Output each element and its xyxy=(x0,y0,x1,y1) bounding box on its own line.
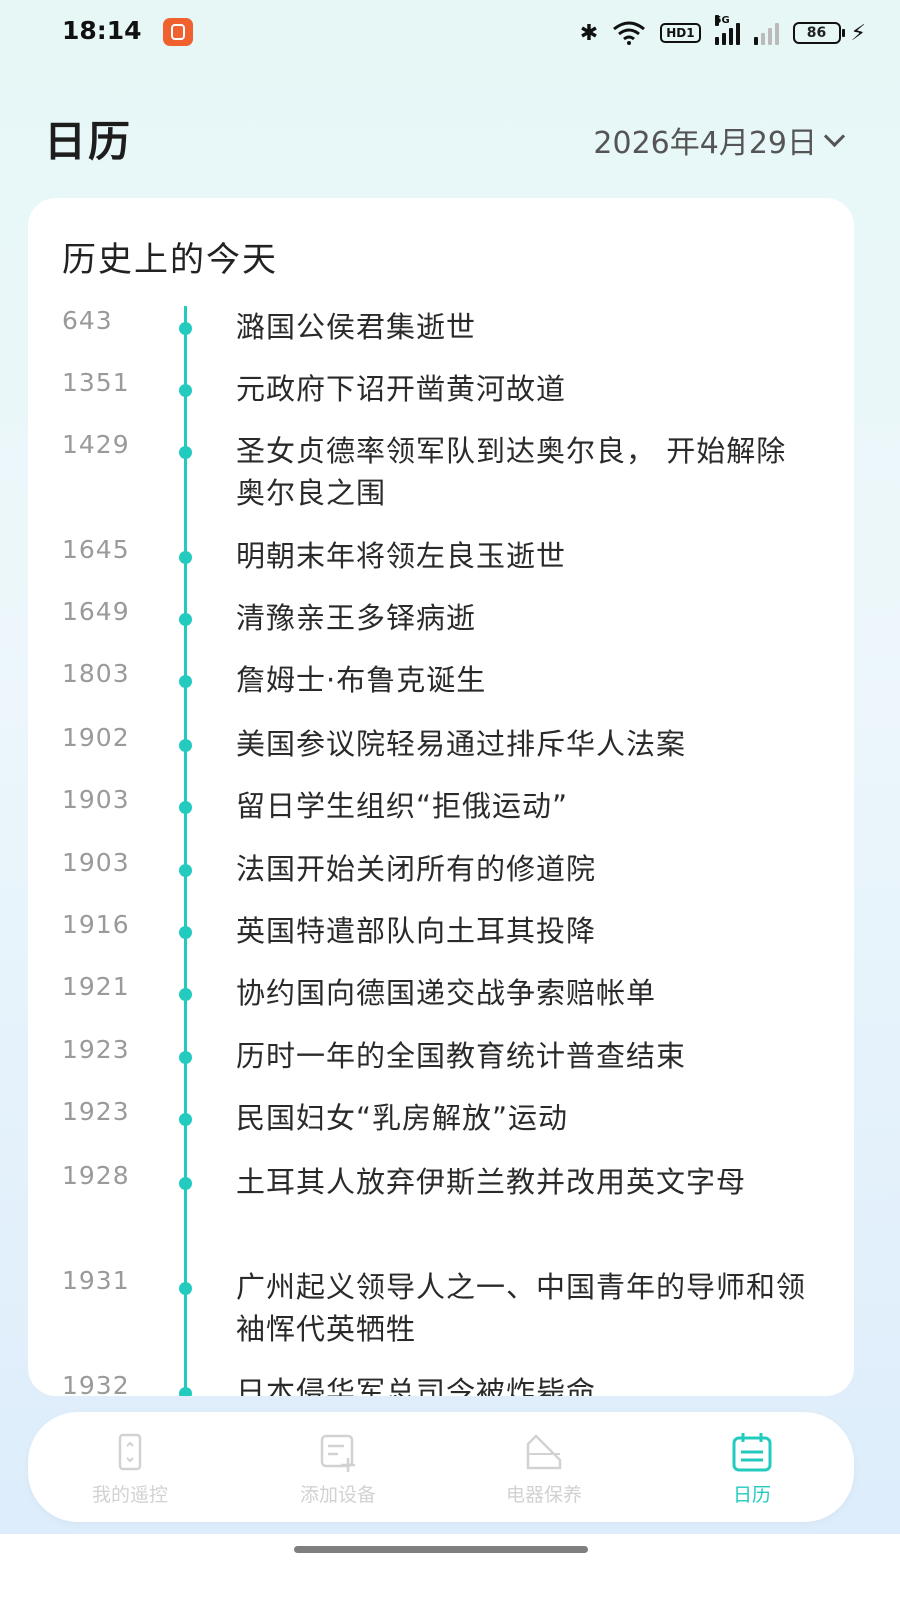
event-year: 1931 xyxy=(62,1266,130,1295)
history-today-card[interactable]: 历史上的今天 643 潞国公侯君集逝世 1351 元政府下诏开凿黄河故道 1429 圣女贞… xyxy=(28,198,854,1396)
event-text: 美国参议院轻易通过排斥华人法案 xyxy=(236,727,687,761)
date-label: 2026年4月29日 xyxy=(593,126,817,161)
event-year: 1645 xyxy=(62,535,130,564)
event-year: 1902 xyxy=(62,723,130,752)
nav-item-add-device[interactable]: 添加设备 xyxy=(258,1430,418,1510)
charging-icon: ⚡ xyxy=(850,20,866,46)
nav-item-calendar[interactable]: 日历 xyxy=(672,1430,832,1510)
event-text: 圣女贞德率领军队到达奥尔良， 开始解除奥尔良之围 xyxy=(236,434,787,510)
timeline-dot xyxy=(179,322,192,335)
add-device-icon xyxy=(320,1434,355,1472)
event-year: 1916 xyxy=(62,910,130,939)
battery-icon: 86 xyxy=(792,22,845,44)
nav-label: 我的遥控 xyxy=(91,1484,168,1506)
event-text: 詹姆士·布鲁克诞生 xyxy=(236,663,487,697)
event-year: 1429 xyxy=(62,430,130,459)
timeline-dot xyxy=(179,1113,192,1126)
event-year: 1803 xyxy=(62,659,130,688)
event-text: 协约国向德国递交战争索赔帐单 xyxy=(236,976,657,1010)
app-notification-icon xyxy=(163,18,193,46)
timeline-dot xyxy=(179,739,192,752)
event-year: 1921 xyxy=(62,972,130,1001)
event-text: 民国妇女“乳房解放”运动 xyxy=(236,1101,569,1135)
event-year: 1932 xyxy=(62,1371,130,1396)
bluetooth-icon: ✱ xyxy=(579,20,599,46)
nav-label: 添加设备 xyxy=(299,1484,376,1506)
status-time: 18:14 xyxy=(62,16,142,45)
timeline-line xyxy=(184,306,187,1396)
status-icons: ✱ HD1 5G 86 ⚡ xyxy=(579,15,866,48)
timeline-dot xyxy=(179,864,192,877)
chevron-down-icon xyxy=(823,125,846,147)
timeline-dot xyxy=(179,1387,192,1396)
bottom-strip xyxy=(0,1534,900,1600)
status-bar: 18:14 ✱ HD1 5G 86 ⚡ xyxy=(0,0,900,66)
event-text: 清豫亲王多铎病逝 xyxy=(236,601,477,635)
event-text: 历时一年的全国教育统计普查结束 xyxy=(236,1039,687,1073)
timeline-dot xyxy=(179,675,192,688)
event-year: 1903 xyxy=(62,848,130,877)
nav-label: 日历 xyxy=(732,1484,771,1506)
calendar-icon xyxy=(732,1433,772,1472)
timeline-dot xyxy=(179,801,192,814)
event-text: 明朝末年将领左良玉逝世 xyxy=(236,539,567,573)
nav-item-remote[interactable]: 我的遥控 xyxy=(50,1430,210,1510)
timeline-dot xyxy=(179,926,192,939)
wifi-icon xyxy=(612,21,646,45)
card-title: 历史上的今天 xyxy=(62,240,278,280)
timeline-dot xyxy=(179,1177,192,1190)
signal-secondary-icon xyxy=(753,21,779,45)
bottom-nav: 我的遥控 添加设备 电器保养 日历 xyxy=(28,1412,854,1522)
maintenance-icon xyxy=(526,1434,562,1470)
hd-voice-icon: HD1 xyxy=(660,23,701,43)
event-text: 留日学生组织“拒俄运动” xyxy=(236,789,569,823)
event-text: 土耳其人放弃伊斯兰教并改用英文字母 xyxy=(236,1165,747,1199)
event-text: 日本侵华军总司令被炸毙命 xyxy=(236,1375,597,1396)
timeline-dot xyxy=(179,551,192,564)
nav-label: 电器保养 xyxy=(505,1484,582,1506)
event-text: 元政府下诏开凿黄河故道 xyxy=(236,372,567,406)
event-year: 1928 xyxy=(62,1161,130,1190)
event-text: 广州起义领导人之一、中国青年的导师和领袖恽代英牺牲 xyxy=(236,1270,807,1346)
timeline-dot xyxy=(179,988,192,1001)
event-year: 1923 xyxy=(62,1097,130,1126)
event-text: 潞国公侯君集逝世 xyxy=(236,310,477,344)
date-picker[interactable]: 2026年4月29日 xyxy=(593,118,846,162)
signal-5g-icon: 5G xyxy=(714,15,740,45)
event-year: 1351 xyxy=(62,368,130,397)
event-text: 英国特遣部队向土耳其投降 xyxy=(236,914,597,948)
timeline-dot xyxy=(179,384,192,397)
page-title: 日历 xyxy=(44,117,133,166)
event-year: 1649 xyxy=(62,597,130,626)
home-indicator[interactable] xyxy=(294,1546,588,1553)
event-year: 1923 xyxy=(62,1035,130,1064)
remote-icon xyxy=(118,1433,142,1471)
event-text: 法国开始关闭所有的修道院 xyxy=(236,852,597,886)
event-year: 1903 xyxy=(62,785,130,814)
nav-item-maintenance[interactable]: 电器保养 xyxy=(464,1430,624,1510)
timeline-dot xyxy=(179,446,192,459)
timeline-dot xyxy=(179,613,192,626)
timeline-dot xyxy=(179,1051,192,1064)
event-year: 643 xyxy=(62,306,113,335)
timeline-dot xyxy=(179,1282,192,1295)
